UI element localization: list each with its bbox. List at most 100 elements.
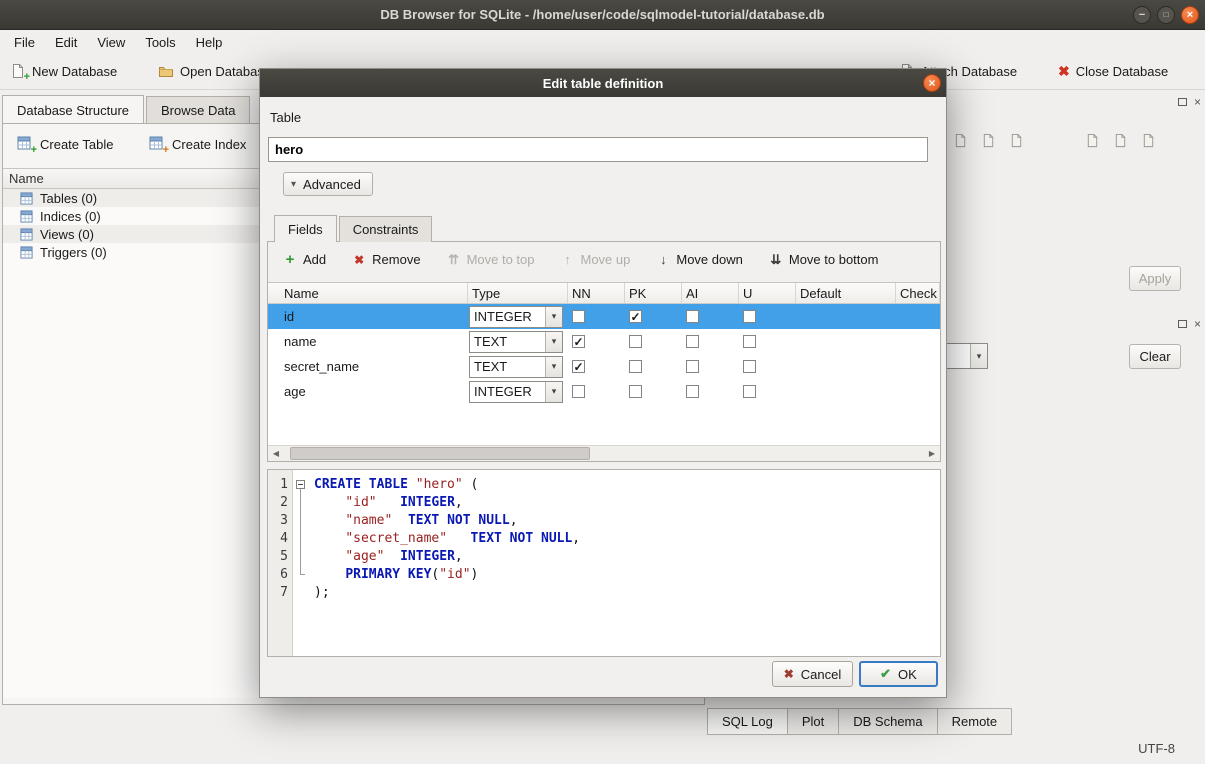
close-icon: × <box>1187 10 1193 21</box>
dock-toolbar-icon[interactable] <box>950 130 970 150</box>
button-label: Create Index <box>172 137 246 152</box>
type-combobox[interactable]: TEXT▾ <box>469 356 563 378</box>
move-down-button[interactable]: ↓Move down <box>651 249 747 270</box>
pk-checkbox[interactable]: ✓ <box>629 310 642 323</box>
nn-checkbox[interactable]: ✓ <box>572 335 585 348</box>
tab-browse-data[interactable]: Browse Data <box>146 96 250 124</box>
ok-button[interactable]: ✔ OK <box>859 661 938 687</box>
dock-toolbar-icon[interactable] <box>1006 130 1026 150</box>
scroll-right-button[interactable]: ▶ <box>924 446 940 461</box>
remove-button[interactable]: ✖Remove <box>347 249 425 270</box>
code-token: ) <box>471 567 479 582</box>
fields-table-body: idINTEGER▾✓nameTEXT▾✓secret_nameTEXT▾✓ag… <box>268 304 940 445</box>
column-header-pk[interactable]: PK <box>625 283 682 303</box>
code-token <box>377 495 400 510</box>
float-dock-icon[interactable] <box>1178 98 1187 106</box>
bottom-tab-db-schema[interactable]: DB Schema <box>838 708 937 735</box>
clear-button[interactable]: Clear <box>1129 344 1181 369</box>
tab-database-structure[interactable]: Database Structure <box>2 95 144 124</box>
move-top-icon: ⇈ <box>447 252 461 268</box>
column-header-u[interactable]: U <box>739 283 796 303</box>
minimize-button[interactable]: − <box>1133 6 1151 24</box>
type-combobox[interactable]: INTEGER▾ <box>469 381 563 403</box>
menu-item-tools[interactable]: Tools <box>135 33 185 52</box>
dock-toolbar-icon[interactable] <box>1138 130 1158 150</box>
fold-collapse-icon[interactable] <box>296 480 305 489</box>
code-token <box>314 513 345 528</box>
scrollbar-thumb[interactable] <box>290 447 590 460</box>
u-checkbox[interactable] <box>743 360 756 373</box>
code-token <box>314 567 345 582</box>
column-header-type[interactable]: Type <box>468 283 568 303</box>
edit-table-dialog: Edit table definition × Table ▾ Advanced… <box>259 68 947 698</box>
advanced-button[interactable]: ▾ Advanced <box>283 172 373 196</box>
column-header-ai[interactable]: AI <box>682 283 739 303</box>
field-row-secret_name[interactable]: secret_nameTEXT▾✓ <box>268 354 940 379</box>
cancel-button[interactable]: ✖ Cancel <box>772 661 853 687</box>
ai-checkbox[interactable] <box>686 310 699 323</box>
ai-checkbox[interactable] <box>686 335 699 348</box>
close-database-button[interactable]: ✖ Close Database <box>1052 57 1174 85</box>
close-window-button[interactable]: × <box>1181 6 1199 24</box>
new-database-button[interactable]: + New Database <box>4 57 123 85</box>
scrollbar-track[interactable] <box>284 446 924 461</box>
column-header-check[interactable]: Check <box>896 283 940 303</box>
bottom-tab-remote[interactable]: Remote <box>937 708 1013 735</box>
fields-table-header: NameTypeNNPKAIUDefaultCheck <box>268 283 940 304</box>
nn-checkbox[interactable]: ✓ <box>572 360 585 373</box>
create-index-button[interactable]: + Create Index <box>143 131 252 157</box>
type-value: INTEGER <box>470 384 545 399</box>
nn-cell <box>568 304 625 329</box>
menu-item-view[interactable]: View <box>87 33 135 52</box>
type-combobox[interactable]: INTEGER▾ <box>469 306 563 328</box>
code-token <box>314 495 345 510</box>
field-row-name[interactable]: nameTEXT▾✓ <box>268 329 940 354</box>
menu-item-file[interactable]: File <box>4 33 45 52</box>
code-token: "hero" <box>416 477 463 492</box>
horizontal-scrollbar[interactable]: ◀ ▶ <box>268 445 940 461</box>
apply-button[interactable]: Apply <box>1129 266 1181 291</box>
pk-checkbox[interactable] <box>629 360 642 373</box>
scroll-left-button[interactable]: ◀ <box>268 446 284 461</box>
ok-label: OK <box>898 667 917 682</box>
tab-fields[interactable]: Fields <box>274 215 337 242</box>
encoding-indicator[interactable]: UTF-8 <box>1138 741 1175 756</box>
column-header-default[interactable]: Default <box>796 283 896 303</box>
column-header-nn[interactable]: NN <box>568 283 625 303</box>
u-checkbox[interactable] <box>743 310 756 323</box>
dock-header-controls: × <box>1178 96 1201 108</box>
dock-toolbar-icon[interactable] <box>978 130 998 150</box>
ai-checkbox[interactable] <box>686 385 699 398</box>
bottom-tab-sql-log[interactable]: SQL Log <box>707 708 788 735</box>
u-checkbox[interactable] <box>743 335 756 348</box>
chevron-down-icon: ▾ <box>545 307 562 327</box>
add-button[interactable]: +Add <box>278 248 331 271</box>
close-dock-icon[interactable]: × <box>1194 96 1201 108</box>
pk-checkbox[interactable] <box>629 385 642 398</box>
move-bottom-button[interactable]: ⇊Move to bottom <box>764 249 884 271</box>
type-combobox[interactable]: TEXT▾ <box>469 331 563 353</box>
remove-icon: ✖ <box>352 253 366 267</box>
u-checkbox[interactable] <box>743 385 756 398</box>
dock-toolbar-icon[interactable] <box>1082 130 1102 150</box>
dock-toolbar-icon[interactable] <box>1110 130 1130 150</box>
code-token: "secret_name" <box>345 531 447 546</box>
pk-checkbox[interactable] <box>629 335 642 348</box>
dialog-close-button[interactable]: × <box>923 74 941 92</box>
nn-checkbox[interactable] <box>572 310 585 323</box>
close-dock-icon[interactable]: × <box>1194 318 1201 330</box>
field-row-id[interactable]: idINTEGER▾ ✓ <box>268 304 940 329</box>
maximize-button[interactable]: □ <box>1157 6 1175 24</box>
table-name-input[interactable] <box>268 137 928 162</box>
tab-constraints[interactable]: Constraints <box>339 216 433 242</box>
menu-item-help[interactable]: Help <box>186 33 233 52</box>
bottom-tab-plot[interactable]: Plot <box>787 708 839 735</box>
ai-checkbox[interactable] <box>686 360 699 373</box>
float-dock-icon[interactable] <box>1178 320 1187 328</box>
nn-checkbox[interactable] <box>572 385 585 398</box>
menu-item-edit[interactable]: Edit <box>45 33 87 52</box>
create-table-button[interactable]: + Create Table <box>11 131 119 157</box>
column-header-name[interactable]: Name <box>268 283 468 303</box>
field-row-age[interactable]: ageINTEGER▾ <box>268 379 940 404</box>
field-name-cell: id <box>268 304 468 329</box>
